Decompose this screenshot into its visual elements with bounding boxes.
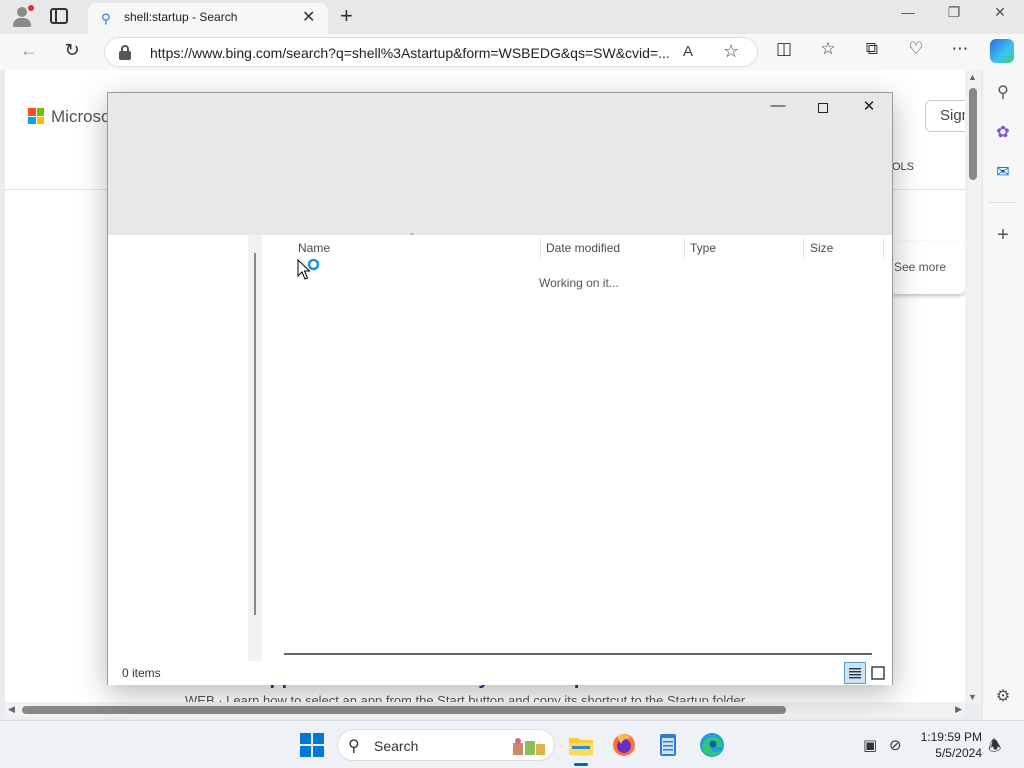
clock-date: 5/5/2024 — [935, 746, 982, 760]
tab-title: shell:startup - Search — [124, 10, 238, 24]
explorer-minimize-button[interactable]: — — [756, 97, 800, 121]
close-tab-icon[interactable]: ✕ — [302, 7, 315, 27]
tab-actions-icon[interactable] — [50, 8, 68, 24]
file-list-horizontal-scrollbar[interactable] — [284, 653, 872, 655]
search-favicon-icon: ⚲ — [101, 11, 111, 26]
sidebar-settings-icon[interactable]: ⚙ — [991, 686, 1015, 710]
file-list[interactable]: Name ˆ Date modified Type Size Working o… — [262, 231, 892, 661]
more-menu-icon[interactable]: ⋯ — [947, 39, 973, 59]
add-sidebar-app-icon[interactable]: + — [991, 224, 1015, 248]
column-date-modified[interactable]: Date modified — [546, 241, 620, 255]
vertical-scroll-thumb[interactable] — [969, 88, 977, 180]
copilot-icon[interactable] — [990, 39, 1014, 63]
scroll-right-arrow-icon[interactable]: ▶ — [955, 704, 962, 715]
browser-toolbar: ← ↻ https://www.bing.com/search?q=shell%… — [0, 34, 1024, 70]
network-icon[interactable]: ▣ — [863, 736, 877, 754]
item-count: 0 items — [122, 666, 161, 680]
scroll-left-arrow-icon[interactable]: ◀ — [8, 704, 15, 715]
firefox-icon[interactable] — [609, 730, 639, 760]
navigation-pane[interactable] — [108, 235, 248, 661]
search-icon: ⚲ — [348, 738, 360, 755]
clock[interactable]: 1:19:59 PM 5/5/2024 — [912, 729, 982, 761]
page-horizontal-scrollbar[interactable]: ◀ ▶ — [5, 702, 965, 718]
horizontal-scroll-thumb[interactable] — [22, 706, 786, 714]
busy-cursor-icon — [297, 259, 320, 280]
column-divider[interactable] — [684, 237, 685, 259]
lock-icon[interactable] — [119, 45, 131, 60]
new-tab-button[interactable]: + — [340, 3, 353, 29]
edge-browser-icon[interactable] — [697, 730, 727, 760]
notifications-bell-icon[interactable]: 🕭 — [988, 736, 1001, 761]
large-icons-view-button[interactable] — [867, 662, 889, 684]
details-view-button[interactable] — [844, 662, 866, 684]
column-divider[interactable] — [540, 237, 541, 259]
collections-icon[interactable]: ⧉ — [859, 39, 885, 59]
sort-ascending-icon: ˆ — [410, 231, 414, 245]
edge-sidebar: ⚲ ✿ ✉ + ⚙ — [982, 70, 1024, 720]
refresh-icon[interactable]: ↻ — [59, 40, 85, 61]
notepad-icon[interactable] — [653, 730, 683, 760]
column-type[interactable]: Type — [690, 241, 716, 255]
brand-text[interactable]: Microsof — [51, 107, 115, 127]
sidebar-search-icon[interactable]: ⚲ — [991, 82, 1015, 106]
sidebar-copilot-icon[interactable]: ✿ — [991, 122, 1015, 146]
large-icons-view-icon — [871, 666, 885, 680]
browser-essentials-icon[interactable]: ♡ — [903, 39, 929, 59]
column-divider[interactable] — [883, 237, 884, 259]
start-windows-icon[interactable] — [300, 733, 324, 757]
status-bar: 0 items — [108, 661, 892, 685]
url-text[interactable]: https://www.bing.com/search?q=shell%3Ast… — [150, 45, 670, 61]
minimize-button[interactable]: — — [888, 4, 928, 20]
profile-icon[interactable] — [10, 5, 34, 27]
tab-bing-search[interactable]: ⚲ shell:startup - Search ✕ — [88, 3, 328, 34]
search-highlight-icon — [513, 738, 545, 755]
explorer-close-button[interactable]: ✕ — [847, 97, 891, 121]
volume-muted-icon[interactable]: ⊘ — [889, 736, 902, 754]
column-name[interactable]: Name — [298, 241, 330, 255]
sidebar-divider — [989, 202, 1017, 203]
tab-strip: ⚲ shell:startup - Search ✕ + — ❐ ✕ — [0, 0, 1024, 34]
loading-message: Working on it... — [539, 276, 619, 290]
outlook-icon[interactable]: ✉ — [991, 162, 1015, 186]
file-explorer-taskbar-icon[interactable] — [566, 730, 596, 760]
navigation-pane-scrollbar[interactable] — [248, 235, 262, 661]
restore-button[interactable]: ❐ — [934, 4, 974, 21]
back-icon[interactable]: ← — [16, 40, 42, 61]
file-explorer-window: — ✕ Name ˆ Date modified Type Size Worki… — [107, 92, 893, 685]
column-divider[interactable] — [803, 237, 804, 259]
taskbar: ⚲ Search ▣ ⊘ 1:19:59 PM 5/5/2024 🕭 — [0, 720, 1024, 768]
favorite-star-icon[interactable]: ☆ — [723, 41, 739, 62]
search-label: Search — [374, 738, 419, 754]
explorer-maximize-button[interactable] — [801, 97, 845, 121]
close-window-button[interactable]: ✕ — [980, 4, 1020, 21]
tools-tab[interactable]: OLS — [892, 161, 914, 173]
see-more-link[interactable]: See more — [890, 242, 965, 294]
favorites-icon[interactable]: ☆ — [815, 39, 841, 59]
page-vertical-scrollbar[interactable]: ▲ ▼ — [965, 70, 981, 704]
details-view-icon — [849, 668, 861, 679]
column-size[interactable]: Size — [810, 241, 833, 255]
scroll-down-arrow-icon[interactable]: ▼ — [968, 692, 977, 702]
scroll-up-arrow-icon[interactable]: ▲ — [968, 72, 977, 82]
taskbar-search-box[interactable]: ⚲ Search — [337, 729, 555, 761]
clock-time: 1:19:59 PM — [920, 730, 982, 744]
active-app-indicator — [574, 763, 588, 766]
split-screen-icon[interactable]: ◫ — [771, 39, 797, 59]
read-aloud-icon[interactable]: A — [683, 43, 693, 60]
microsoft-logo-icon[interactable] — [28, 108, 44, 124]
explorer-header: — ✕ — [108, 93, 892, 235]
address-bar[interactable]: https://www.bing.com/search?q=shell%3Ast… — [104, 37, 758, 67]
